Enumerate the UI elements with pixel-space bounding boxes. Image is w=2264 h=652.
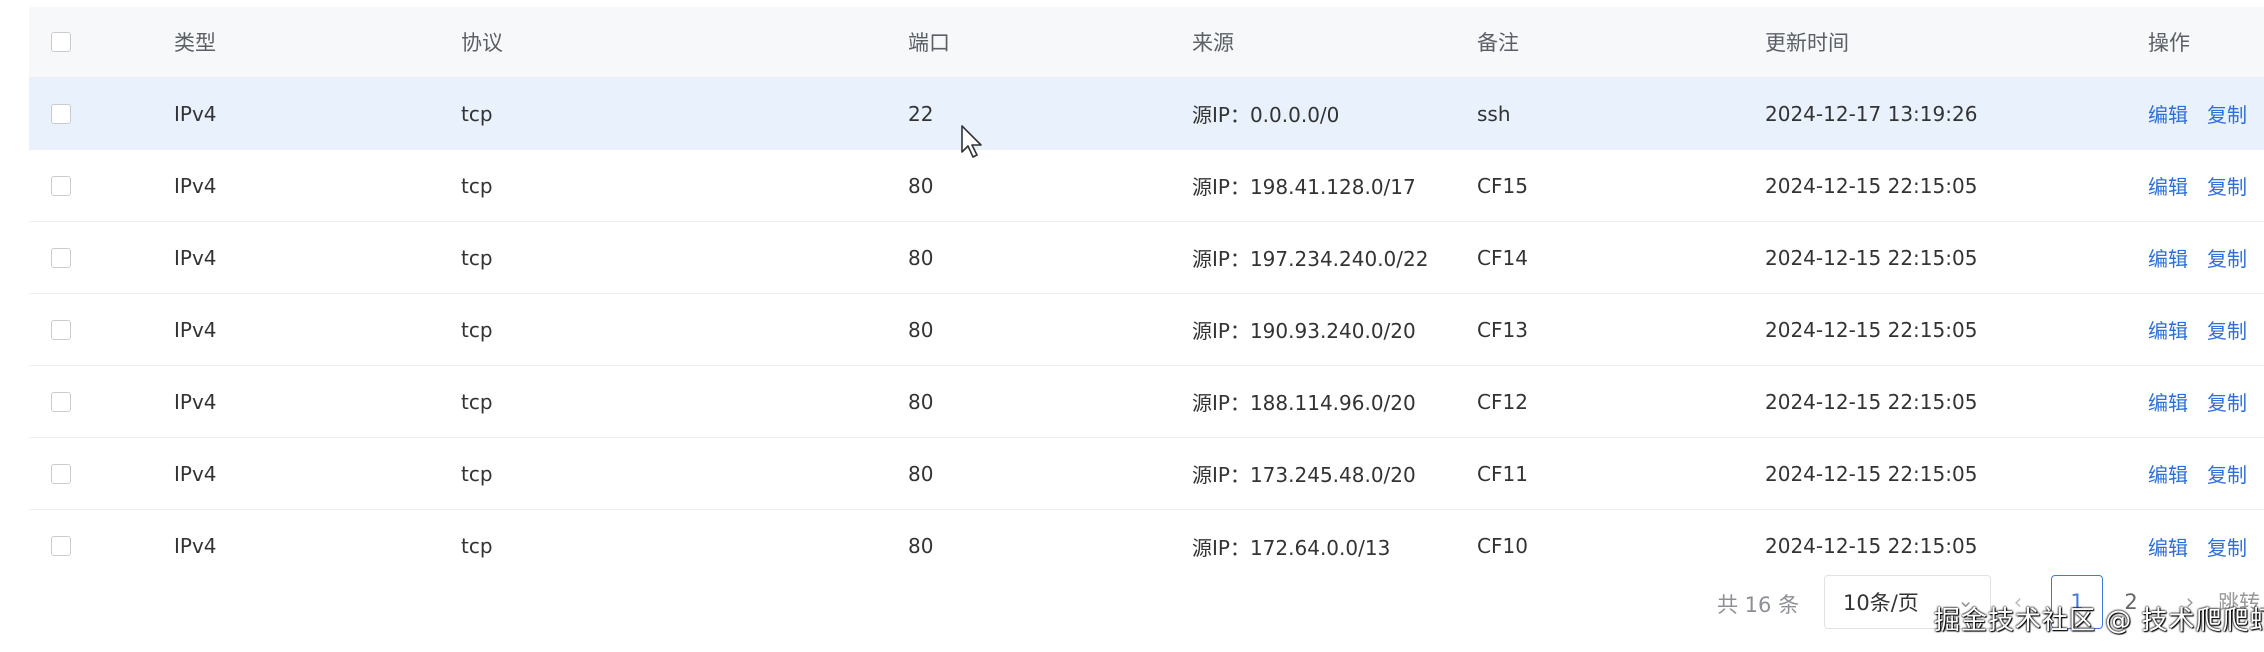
- cell-port: 22: [908, 101, 934, 126]
- cell-protocol: tcp: [461, 173, 493, 198]
- row-checkbox[interactable]: [51, 463, 71, 484]
- row-checkbox[interactable]: [51, 247, 71, 268]
- cell-protocol: tcp: [461, 389, 493, 414]
- pagination: 共 16 条 10条/页 ⌄ ‹ 1 2 › 跳转: [0, 575, 2264, 631]
- table-row[interactable]: IPv4 tcp 80 源IP：190.93.240.0/20 CF13 202…: [29, 294, 2264, 366]
- cell-actions: 编辑 复制: [2148, 294, 2247, 365]
- cell-note: CF14: [1477, 245, 1528, 270]
- table-row[interactable]: IPv4 tcp 80 源IP：188.114.96.0/20 CF12 202…: [29, 366, 2264, 438]
- header-note: 备注: [1477, 31, 1519, 55]
- edit-link[interactable]: 编辑: [2148, 315, 2188, 344]
- edit-link[interactable]: 编辑: [2148, 99, 2188, 128]
- cell-protocol: tcp: [461, 534, 493, 558]
- cell-updated: 2024-12-15 22:15:05: [1765, 534, 1978, 558]
- edit-link[interactable]: 编辑: [2148, 243, 2188, 272]
- watermark: 掘金技术社区 @ 技术爬爬虾: [1934, 606, 2264, 636]
- cell-type: IPv4: [174, 534, 217, 558]
- table-header: 类型 协议 端口 来源 备注 更新时间 操作: [29, 7, 2264, 78]
- table-row[interactable]: IPv4 tcp 80 源IP：198.41.128.0/17 CF15 202…: [29, 150, 2264, 222]
- cell-note: ssh: [1477, 101, 1511, 126]
- cell-updated: 2024-12-15 22:15:05: [1765, 173, 1978, 198]
- header-updated: 更新时间: [1765, 31, 1849, 55]
- header-source: 来源: [1192, 31, 1234, 55]
- page-size-value: 10条/页: [1843, 591, 1919, 615]
- cell-type: IPv4: [174, 245, 217, 270]
- edit-link[interactable]: 编辑: [2148, 387, 2188, 416]
- header-protocol: 协议: [461, 31, 503, 55]
- row-checkbox[interactable]: [51, 175, 71, 196]
- cell-actions: 编辑 复制: [2148, 366, 2247, 437]
- cell-protocol: tcp: [461, 317, 493, 342]
- copy-link[interactable]: 复制: [2207, 315, 2247, 344]
- cell-updated: 2024-12-15 22:15:05: [1765, 317, 1978, 342]
- cell-source: 源IP：197.234.240.0/22: [1192, 247, 1429, 271]
- cell-source: 源IP：172.64.0.0/13: [1192, 535, 1391, 560]
- cell-protocol: tcp: [461, 101, 493, 126]
- copy-link[interactable]: 复制: [2207, 387, 2247, 416]
- cell-note: CF11: [1477, 461, 1528, 486]
- table-row[interactable]: IPv4 tcp 80 源IP：172.64.0.0/13 CF10 2024-…: [29, 510, 2264, 582]
- copy-link[interactable]: 复制: [2207, 532, 2247, 561]
- cell-protocol: tcp: [461, 461, 493, 486]
- table-row[interactable]: IPv4 tcp 80 源IP：173.245.48.0/20 CF11 202…: [29, 438, 2264, 510]
- header-type: 类型: [174, 31, 216, 55]
- edit-link[interactable]: 编辑: [2148, 171, 2188, 200]
- cell-port: 80: [908, 534, 934, 558]
- table-row[interactable]: IPv4 tcp 22 源IP：0.0.0.0/0 ssh 2024-12-17…: [29, 78, 2264, 150]
- cell-actions: 编辑 复制: [2148, 222, 2247, 293]
- cell-type: IPv4: [174, 389, 217, 414]
- cell-note: CF15: [1477, 173, 1528, 198]
- header-port: 端口: [908, 31, 950, 55]
- cell-type: IPv4: [174, 461, 217, 486]
- cell-updated: 2024-12-17 13:19:26: [1765, 101, 1978, 126]
- cell-port: 80: [908, 389, 934, 414]
- select-all-checkbox[interactable]: [51, 32, 71, 52]
- cell-source: 源IP：0.0.0.0/0: [1192, 103, 1340, 127]
- table-row[interactable]: IPv4 tcp 80 源IP：197.234.240.0/22 CF14 20…: [29, 222, 2264, 294]
- cell-note: CF13: [1477, 317, 1528, 342]
- cell-port: 80: [908, 245, 934, 270]
- cell-source: 源IP：188.114.96.0/20: [1192, 391, 1416, 415]
- cell-updated: 2024-12-15 22:15:05: [1765, 461, 1978, 486]
- cell-note: CF10: [1477, 534, 1528, 558]
- edit-link[interactable]: 编辑: [2148, 532, 2188, 561]
- cell-protocol: tcp: [461, 245, 493, 270]
- cell-updated: 2024-12-15 22:15:05: [1765, 245, 1978, 270]
- cell-port: 80: [908, 461, 934, 486]
- copy-link[interactable]: 复制: [2207, 171, 2247, 200]
- cell-updated: 2024-12-15 22:15:05: [1765, 389, 1978, 414]
- row-checkbox[interactable]: [51, 319, 71, 340]
- cell-type: IPv4: [174, 101, 217, 126]
- row-checkbox[interactable]: [51, 536, 71, 556]
- cell-port: 80: [908, 317, 934, 342]
- cell-source: 源IP：198.41.128.0/17: [1192, 175, 1416, 199]
- row-checkbox[interactable]: [51, 103, 71, 124]
- rules-table: 类型 协议 端口 来源 备注 更新时间 操作 IPv4 tcp 22 源IP：0…: [29, 7, 2264, 582]
- mouse-cursor-icon: [961, 125, 982, 158]
- cell-note: CF12: [1477, 389, 1528, 414]
- cell-source: 源IP：190.93.240.0/20: [1192, 319, 1416, 343]
- header-actions: 操作: [2148, 31, 2190, 55]
- edit-link[interactable]: 编辑: [2148, 459, 2188, 488]
- cell-actions: 编辑 复制: [2148, 78, 2247, 149]
- copy-link[interactable]: 复制: [2207, 459, 2247, 488]
- copy-link[interactable]: 复制: [2207, 243, 2247, 272]
- cell-actions: 编辑 复制: [2148, 438, 2247, 509]
- row-checkbox[interactable]: [51, 391, 71, 412]
- cell-port: 80: [908, 173, 934, 198]
- cell-type: IPv4: [174, 173, 217, 198]
- copy-link[interactable]: 复制: [2207, 99, 2247, 128]
- cell-type: IPv4: [174, 317, 217, 342]
- cell-actions: 编辑 复制: [2148, 510, 2247, 582]
- cell-actions: 编辑 复制: [2148, 150, 2247, 221]
- total-count: 共 16 条: [1717, 593, 1800, 617]
- cell-source: 源IP：173.245.48.0/20: [1192, 463, 1416, 487]
